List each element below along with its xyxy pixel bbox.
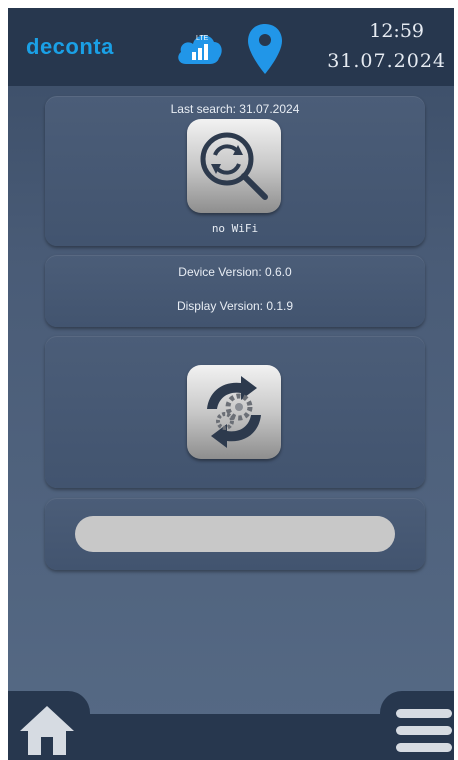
location-pin-icon[interactable] [246,22,284,76]
home-icon [20,706,74,755]
sync-settings-icon [207,376,261,448]
last-search-text: Last search: 31.07.2024 [170,102,300,116]
version-card: Device Version: 0.6.0 Display Version: 0… [45,255,425,327]
menu-icon [396,709,452,752]
progress-bar [75,516,395,552]
header-bar: deconta LTE 12:59 31.07.2024 [8,8,454,86]
clock-date: 31.07.2024 [327,50,446,72]
search-device-button[interactable] [187,119,281,213]
cloud-label: LTE [196,35,209,42]
screen: deconta LTE 12:59 31.07.2024 Last search… [8,8,454,760]
update-button[interactable] [187,365,281,459]
progress-card [45,498,425,570]
cloud-signal-icon[interactable]: LTE [174,28,224,70]
search-refresh-icon [200,132,268,200]
menu-button[interactable] [380,691,454,760]
brand-logo: deconta [26,34,114,59]
device-version: Device Version: 0.6.0 [178,265,292,279]
home-button[interactable] [8,691,90,760]
search-card: Last search: 31.07.2024 no WiFi [45,96,425,246]
clock-time: 12:59 [369,20,424,42]
wifi-status: no WiFi [211,222,259,235]
update-card [45,336,425,488]
display-version: Display Version: 0.1.9 [176,299,294,313]
